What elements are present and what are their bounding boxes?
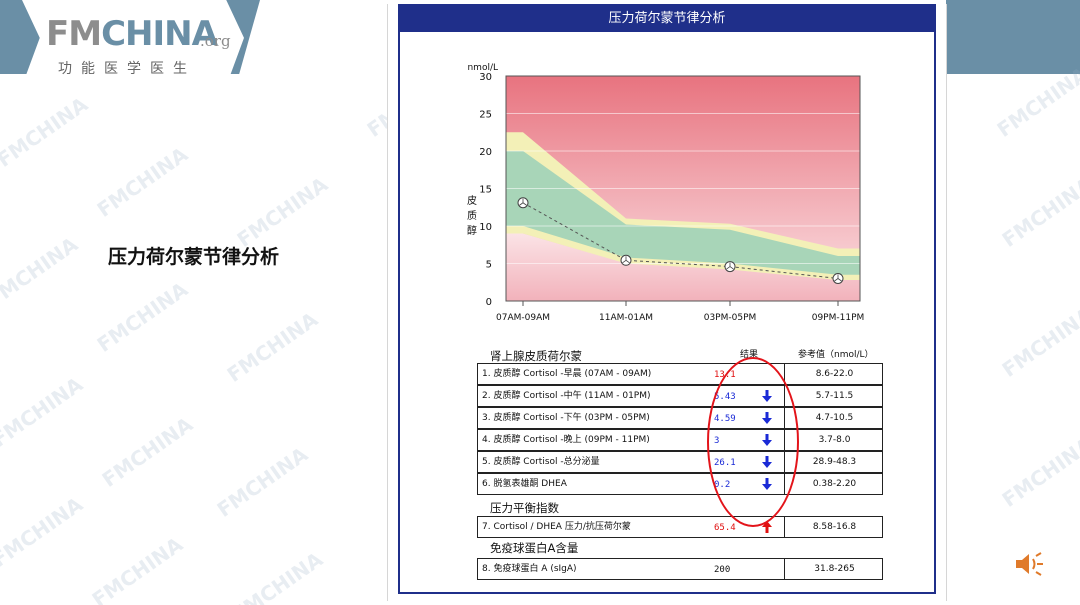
- watermark: FMCHINA: [0, 92, 93, 172]
- x-tick-label: 03PM-05PM: [704, 313, 757, 323]
- logo-suffix: .org: [200, 32, 231, 50]
- row-name: 6. 脱氢表雄酮 DHEA: [482, 479, 567, 489]
- row-reference: 8.6-22.0: [784, 364, 884, 384]
- table-row: 4. 皮质醇 Cortisol -晚上 (09PM - 11PM) 3 3.7-8.…: [477, 429, 883, 451]
- watermark: FMCHINA: [87, 532, 188, 605]
- x-tick-label: 07AM-09AM: [496, 313, 550, 323]
- row-name: 7. Cortisol / DHEA 压力/抗压荷尔蒙: [482, 522, 631, 532]
- row-reference: 28.9-48.3: [784, 452, 884, 472]
- row-value: 200: [714, 565, 731, 575]
- watermark: FMCHINA: [92, 142, 193, 222]
- column-result-header: 结果: [740, 350, 759, 360]
- watermark: FMCHINA: [222, 307, 323, 387]
- row-name: 2. 皮质醇 Cortisol -中午 (11AM - 01PM): [482, 391, 651, 401]
- y-tick-label: 30: [479, 72, 492, 83]
- row-name: 5. 皮质醇 Cortisol -总分泌量: [482, 457, 600, 467]
- row-name: 8. 免疫球蛋白 A (sIgA): [482, 564, 577, 574]
- watermark: FMCHINA: [0, 492, 88, 572]
- y-axis-label: 皮: [467, 194, 477, 207]
- table-row-siga: 8. 免疫球蛋白 A (sIgA) 200 31.8-265: [477, 558, 883, 580]
- row-value: 5.43: [714, 392, 736, 402]
- y-tick-label: 0: [486, 297, 492, 308]
- y-axis-label: 醇: [467, 224, 477, 237]
- arrow-down-icon: [762, 478, 772, 490]
- slide-title: 压力荷尔蒙节律分析: [108, 246, 280, 268]
- row-value: 65.4: [714, 523, 736, 533]
- section-siga: 免疫球蛋白A含量: [490, 541, 579, 555]
- y-tick-label: 15: [479, 185, 492, 196]
- x-tick-label: 11AM-01AM: [599, 313, 653, 323]
- watermark: FMCHINA: [997, 302, 1080, 382]
- table-row: 6. 脱氢表雄酮 DHEA 0.2 0.38-2.20: [477, 473, 883, 495]
- watermark: FMCHINA: [992, 62, 1080, 142]
- row-reference: 8.58-16.8: [784, 517, 884, 537]
- watermark: FMCHINA: [227, 547, 328, 605]
- watermark: FMCHINA: [232, 172, 333, 252]
- y-tick-label: 10: [479, 222, 492, 233]
- table-row: 1. 皮质醇 Cortisol -早晨 (07AM - 09AM) 13.1 8.6…: [477, 363, 883, 385]
- row-value: 0.2: [714, 480, 731, 490]
- y-tick-label: 25: [479, 110, 492, 121]
- row-name: 4. 皮质醇 Cortisol -晚上 (09PM - 11PM): [482, 435, 650, 445]
- row-value: 3: [714, 436, 720, 446]
- watermark: FMCHINA: [212, 442, 313, 522]
- row-value: 26.1: [714, 458, 736, 468]
- table-row: 5. 皮质醇 Cortisol -总分泌量 26.1 28.9-48.3: [477, 451, 883, 473]
- arrow-down-icon: [762, 434, 772, 446]
- watermark: FMCHINA: [997, 432, 1080, 512]
- row-value: 13.1: [714, 370, 736, 380]
- watermark: FMCHINA: [0, 232, 83, 312]
- y-tick-label: 20: [479, 147, 492, 158]
- watermark: FMCHINA: [997, 172, 1080, 252]
- unit-label: nmol/L: [467, 63, 498, 73]
- y-tick-label: 5: [486, 260, 492, 271]
- arrow-down-icon: [762, 412, 772, 424]
- row-value: 4.59: [714, 414, 736, 424]
- section-adrenal: 肾上腺皮质荷尔蒙: [490, 349, 582, 363]
- row-reference: 31.8-265: [784, 559, 884, 579]
- watermark: FMCHINA: [92, 277, 193, 357]
- report-panel: 压力荷尔蒙节律分析 0 5 10 15 20 25 30 07AM-09AM 11AM-01AM…: [387, 4, 947, 601]
- logo-text: FMCHINA: [46, 14, 218, 54]
- table-row-cortisol-dhea: 7. Cortisol / DHEA 压力/抗压荷尔蒙 65.4 8.58-16…: [477, 516, 883, 538]
- column-reference-header: 参考值（nmol/L）: [798, 350, 874, 360]
- arrow-up-icon: [762, 521, 772, 533]
- table-row: 2. 皮质醇 Cortisol -中午 (11AM - 01PM) 5.43 5.7…: [477, 385, 883, 407]
- x-tick-label: 09PM-11PM: [812, 313, 865, 323]
- watermark: FMCHINA: [0, 372, 88, 452]
- row-reference: 0.38-2.20: [784, 474, 884, 494]
- header-band-right: [946, 0, 1080, 74]
- row-reference: 4.7-10.5: [784, 408, 884, 428]
- row-reference: 3.7-8.0: [784, 430, 884, 450]
- watermark: FMCHINA: [97, 412, 198, 492]
- row-name: 3. 皮质醇 Cortisol -下午 (03PM - 05PM): [482, 413, 650, 423]
- section-stress-balance: 压力平衡指数: [490, 501, 559, 515]
- speaker-icon[interactable]: [1014, 550, 1044, 578]
- row-name: 1. 皮质醇 Cortisol -早晨 (07AM - 09AM): [482, 369, 652, 379]
- row-reference: 5.7-11.5: [784, 386, 884, 406]
- cortisol-chart: 0 5 10 15 20 25 30 07AM-09AM 11AM-01AM 03PM-05PM 0…: [467, 63, 865, 323]
- table-row: 3. 皮质醇 Cortisol -下午 (03PM - 05PM) 4.59 4.7…: [477, 407, 883, 429]
- y-axis-label: 质: [467, 210, 477, 222]
- logo-subtitle: 功能医学医生: [58, 61, 196, 77]
- arrow-down-icon: [762, 390, 772, 402]
- arrow-down-icon: [762, 456, 772, 468]
